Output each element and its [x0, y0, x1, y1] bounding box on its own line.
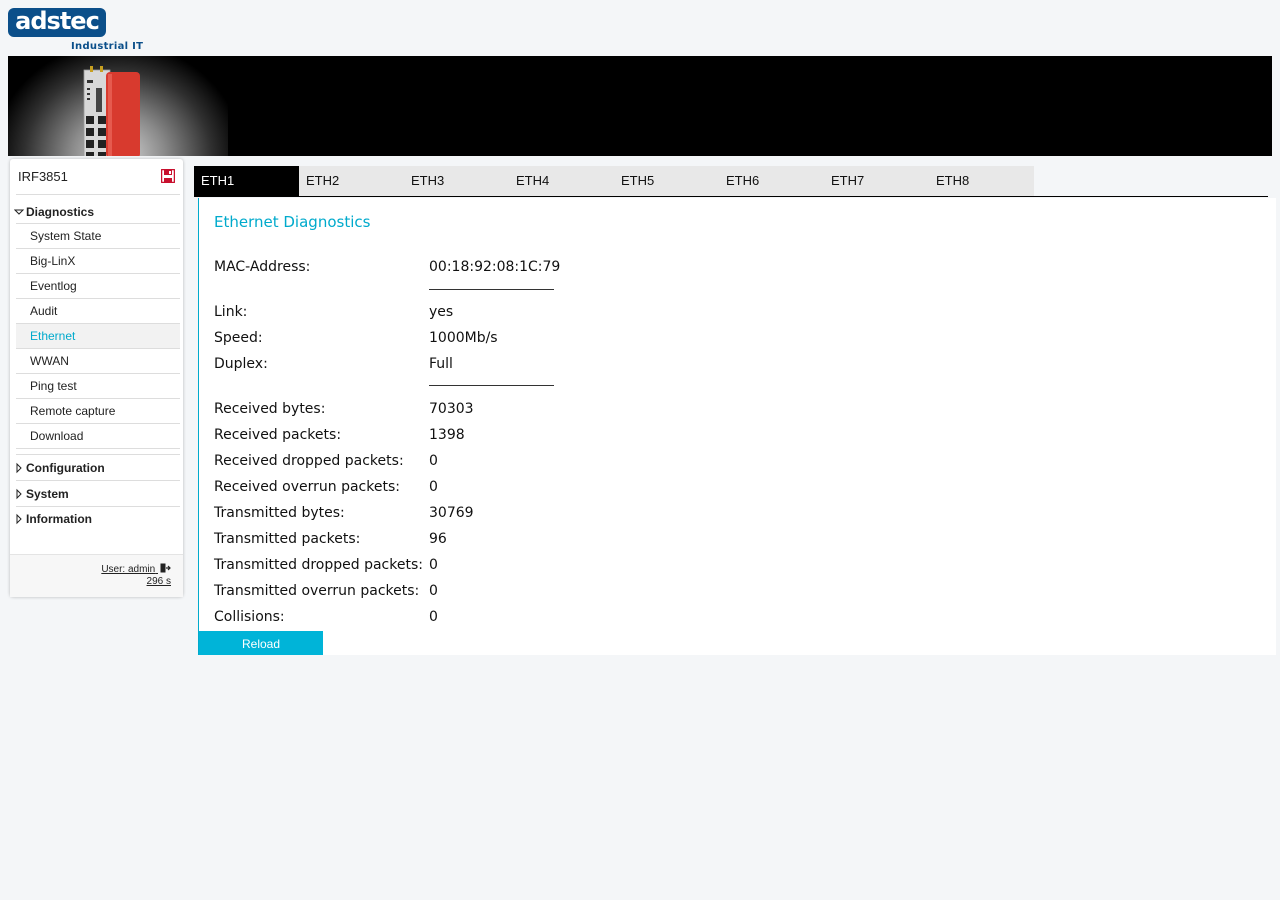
- transmitted-bytes-label: Transmitted bytes:: [214, 505, 345, 521]
- divider: [16, 454, 180, 455]
- ethernet-port-tabs: ETH1 ETH2 ETH3 ETH4 ETH5 ETH6 ETH7 ETH8: [194, 166, 1268, 197]
- link-value: yes: [429, 304, 454, 320]
- collisions-value: 0: [429, 609, 438, 625]
- tab-eth7[interactable]: ETH7: [824, 166, 929, 196]
- tab-eth4[interactable]: ETH4: [509, 166, 614, 196]
- page-title: Ethernet Diagnostics: [214, 213, 371, 231]
- received-overrun-label: Received overrun packets:: [214, 479, 400, 495]
- received-bytes-label: Received bytes:: [214, 401, 326, 417]
- reload-button[interactable]: Reload: [199, 631, 323, 655]
- received-dropped-value: 0: [429, 453, 438, 469]
- logout-icon: [160, 563, 171, 573]
- mac-address-value: 00:18:92:08:1C:79: [429, 259, 561, 275]
- chevron-right-icon: [16, 462, 22, 474]
- nav-group-label: Information: [26, 512, 92, 526]
- chevron-right-icon: [16, 488, 22, 500]
- nav-group-label: System: [26, 487, 69, 501]
- nav-item-ping-test[interactable]: Ping test: [16, 374, 180, 399]
- nav-group-diagnostics[interactable]: Diagnostics: [14, 200, 180, 224]
- divider: [16, 194, 180, 195]
- nav-item-audit[interactable]: Audit: [16, 299, 180, 324]
- save-icon[interactable]: [161, 169, 175, 183]
- user-logout-link[interactable]: User: admin: [101, 563, 171, 575]
- transmitted-dropped-value: 0: [429, 557, 438, 573]
- header-banner: [8, 56, 1272, 156]
- tab-eth1[interactable]: ETH1: [194, 166, 299, 196]
- received-bytes-value: 70303: [429, 401, 474, 417]
- ethernet-diagnostics-panel: Ethernet Diagnostics MAC-Address: 00:18:…: [198, 198, 1276, 655]
- received-dropped-label: Received dropped packets:: [214, 453, 404, 469]
- device-name: IRF3851: [18, 169, 68, 184]
- sidebar-footer: User: admin 296 s: [10, 554, 183, 597]
- mac-address-label: MAC-Address:: [214, 259, 311, 275]
- tab-eth2[interactable]: ETH2: [299, 166, 404, 196]
- collisions-label: Collisions:: [214, 609, 285, 625]
- transmitted-overrun-label: Transmitted overrun packets:: [214, 583, 420, 599]
- transmitted-packets-value: 96: [429, 531, 447, 547]
- transmitted-bytes-value: 30769: [429, 505, 474, 521]
- nav-group-label: Diagnostics: [26, 205, 95, 219]
- divider: [429, 289, 554, 290]
- nav-group-system[interactable]: System: [14, 482, 180, 506]
- nav-item-system-state[interactable]: System State: [16, 224, 180, 249]
- chevron-right-icon: [16, 513, 22, 525]
- transmitted-overrun-value: 0: [429, 583, 438, 599]
- nav-item-remote-capture[interactable]: Remote capture: [16, 399, 180, 424]
- nav-item-ethernet[interactable]: Ethernet: [16, 324, 180, 349]
- link-label: Link:: [214, 304, 248, 320]
- received-overrun-value: 0: [429, 479, 438, 495]
- user-label: User: admin: [101, 564, 156, 575]
- received-packets-label: Received packets:: [214, 427, 342, 443]
- nav-group-configuration[interactable]: Configuration: [14, 456, 180, 480]
- transmitted-packets-label: Transmitted packets:: [214, 531, 361, 547]
- nav-item-big-linx[interactable]: Big-LinX: [16, 249, 180, 274]
- nav-item-wwan[interactable]: WWAN: [16, 349, 180, 374]
- duplex-label: Duplex:: [214, 356, 268, 372]
- divider: [16, 480, 180, 481]
- duplex-value: Full: [429, 356, 453, 372]
- nav-item-download[interactable]: Download: [16, 424, 180, 449]
- router-device-image: [83, 66, 140, 156]
- tab-eth6[interactable]: ETH6: [719, 166, 824, 196]
- logo-tagline: Industrial IT: [71, 41, 144, 52]
- speed-value: 1000Mb/s: [429, 330, 498, 346]
- nav-group-label: Configuration: [26, 461, 105, 475]
- logo-wordmark: adstec: [8, 8, 106, 37]
- transmitted-dropped-label: Transmitted dropped packets:: [214, 557, 423, 573]
- speed-label: Speed:: [214, 330, 263, 346]
- session-timer: 296 s: [146, 576, 171, 587]
- nav-group-information[interactable]: Information: [14, 507, 180, 531]
- adstec-logo: adstec Industrial IT: [8, 8, 143, 54]
- chevron-down-icon: [14, 209, 25, 215]
- tab-eth8[interactable]: ETH8: [929, 166, 1034, 196]
- received-packets-value: 1398: [429, 427, 465, 443]
- sidebar: IRF3851 Diagnostics System State Big-Lin…: [10, 159, 183, 597]
- tab-eth3[interactable]: ETH3: [404, 166, 509, 196]
- tab-eth5[interactable]: ETH5: [614, 166, 719, 196]
- nav-item-eventlog[interactable]: Eventlog: [16, 274, 180, 299]
- divider: [429, 385, 554, 386]
